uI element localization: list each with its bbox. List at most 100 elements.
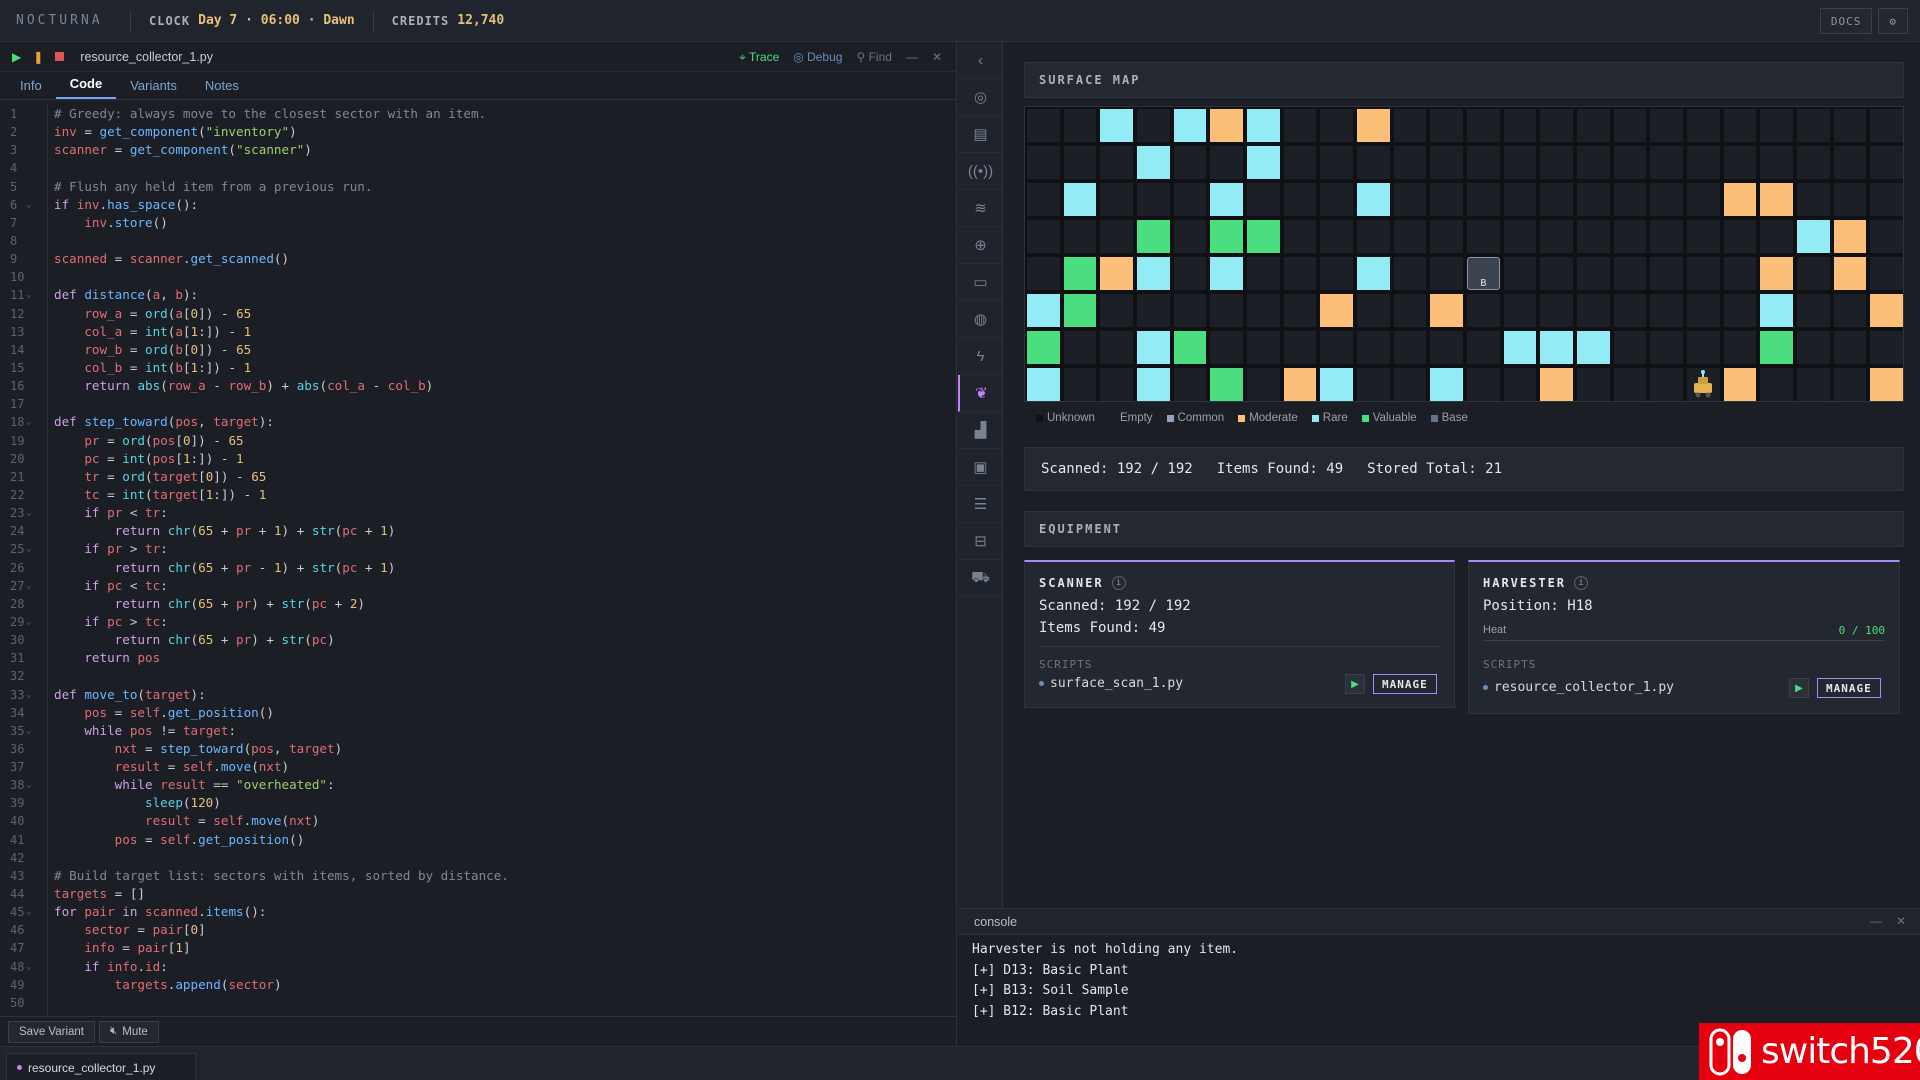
map-cell[interactable] <box>1210 368 1243 401</box>
map-cell[interactable] <box>1833 146 1867 179</box>
map-cell[interactable] <box>1760 331 1793 364</box>
code-line[interactable] <box>54 395 509 413</box>
rail-item-plant[interactable]: ❦ <box>958 375 1003 412</box>
map-cell[interactable] <box>1210 331 1243 364</box>
code-line[interactable]: return chr(65 + pr + 1) + str(pc + 1) <box>54 522 509 540</box>
map-cell[interactable] <box>1063 146 1097 179</box>
map-cell[interactable] <box>1173 368 1207 401</box>
map-cell[interactable] <box>1540 109 1573 142</box>
map-cell[interactable] <box>1357 294 1390 327</box>
map-cell[interactable] <box>1027 146 1060 179</box>
map-cell[interactable] <box>1100 183 1133 216</box>
code-line[interactable]: def distance(a, b): <box>54 286 509 304</box>
map-cell[interactable] <box>1393 257 1427 290</box>
map-cell[interactable] <box>1247 331 1280 364</box>
map-cell[interactable] <box>1320 220 1353 253</box>
code-line[interactable]: pos = self.get_position() <box>54 704 509 722</box>
map-cell[interactable] <box>1247 109 1280 142</box>
map-cell[interactable] <box>1137 109 1170 142</box>
map-cell[interactable] <box>1723 368 1757 401</box>
code-line[interactable]: tc = int(target[1:]) - 1 <box>54 486 509 504</box>
map-cell[interactable] <box>1357 257 1390 290</box>
code-line[interactable]: row_b = ord(b[0]) - 65 <box>54 341 509 359</box>
map-cell[interactable] <box>1100 257 1133 290</box>
map-cell[interactable] <box>1723 183 1757 216</box>
map-cell[interactable] <box>1467 183 1500 216</box>
find-button[interactable]: ⚲ Find <box>856 50 891 65</box>
code-line[interactable]: info = pair[1] <box>54 939 509 957</box>
map-cell[interactable] <box>1357 109 1390 142</box>
code-line[interactable]: pos = self.get_position() <box>54 831 509 849</box>
harvester-marker[interactable] <box>1687 368 1720 401</box>
map-cell[interactable] <box>1797 331 1830 364</box>
map-cell[interactable] <box>1503 183 1537 216</box>
code-line[interactable]: targets = [] <box>54 885 509 903</box>
code-line[interactable]: targets.append(sector) <box>54 976 509 994</box>
map-cell[interactable] <box>1467 220 1500 253</box>
code-line[interactable] <box>54 159 509 177</box>
rail-item-radar[interactable]: ((•)) <box>958 153 1003 190</box>
code-line[interactable] <box>54 232 509 250</box>
close-icon[interactable]: ✕ <box>932 50 942 65</box>
map-cell[interactable] <box>1393 146 1427 179</box>
minimize-icon[interactable]: — <box>906 50 918 65</box>
map-cell[interactable] <box>1320 146 1353 179</box>
map-cell[interactable] <box>1467 331 1500 364</box>
code-line[interactable]: while result == "overheated": <box>54 776 509 794</box>
close-icon[interactable]: ✕ <box>1896 914 1906 928</box>
map-cell[interactable] <box>1283 146 1317 179</box>
code-area[interactable]: 1 2 3 4 5 6 ⌄ 7 8 9 10 11 ⌄ 12 13 14 15 16 17 18 ⌄ 19 20 21 22 23… <box>0 105 957 1016</box>
map-cell[interactable] <box>1247 146 1280 179</box>
map-cell[interactable] <box>1137 146 1170 179</box>
rail-item-cart[interactable]: ⛟ <box>958 560 1003 597</box>
tab-info[interactable]: Info <box>6 78 56 99</box>
map-cell[interactable] <box>1503 294 1537 327</box>
code-line[interactable]: return chr(65 + pr) + str(pc) <box>54 631 509 649</box>
map-cell[interactable] <box>1650 331 1683 364</box>
map-cell[interactable] <box>1503 146 1537 179</box>
map-cell[interactable] <box>1577 183 1610 216</box>
map-cell[interactable] <box>1100 294 1133 327</box>
map-cell[interactable] <box>1247 257 1280 290</box>
map-cell[interactable] <box>1540 331 1573 364</box>
harvester-manage-button[interactable]: MANAGE <box>1817 678 1881 698</box>
code-line[interactable]: def move_to(target): <box>54 686 509 704</box>
map-cell[interactable] <box>1870 257 1903 290</box>
map-cell[interactable] <box>1137 331 1170 364</box>
minimize-icon[interactable]: — <box>1870 914 1882 928</box>
map-cell[interactable] <box>1357 220 1390 253</box>
map-cell[interactable] <box>1467 146 1500 179</box>
map-cell[interactable] <box>1247 183 1280 216</box>
map-cell[interactable] <box>1393 220 1427 253</box>
map-cell[interactable] <box>1870 294 1903 327</box>
run-button[interactable]: ▶ <box>12 50 21 64</box>
map-cell[interactable] <box>1613 257 1647 290</box>
map-cell[interactable] <box>1027 220 1060 253</box>
map-cell[interactable] <box>1320 183 1353 216</box>
map-cell[interactable] <box>1430 368 1463 401</box>
map-cell[interactable] <box>1393 294 1427 327</box>
code-line[interactable]: col_b = int(b[1:]) - 1 <box>54 359 509 377</box>
map-cell[interactable] <box>1760 257 1793 290</box>
map-cell[interactable] <box>1503 109 1537 142</box>
fold-chevron-icon[interactable]: ⌄ <box>26 613 31 631</box>
map-cell[interactable] <box>1760 109 1793 142</box>
map-cell[interactable] <box>1540 220 1573 253</box>
map-cell[interactable] <box>1173 109 1207 142</box>
map-cell[interactable] <box>1430 109 1463 142</box>
map-cell[interactable] <box>1137 368 1170 401</box>
fold-chevron-icon[interactable]: ⌄ <box>26 686 31 704</box>
map-cell[interactable] <box>1283 183 1317 216</box>
map-cell[interactable] <box>1247 294 1280 327</box>
map-cell[interactable] <box>1613 368 1647 401</box>
settings-button[interactable]: ⚙ <box>1878 8 1908 34</box>
code-line[interactable]: return chr(65 + pr) + str(pc + 2) <box>54 595 509 613</box>
fold-chevron-icon[interactable]: ⌄ <box>26 413 31 431</box>
map-cell[interactable] <box>1833 368 1867 401</box>
code-line[interactable]: return pos <box>54 649 509 667</box>
map-cell[interactable] <box>1870 183 1903 216</box>
code-line[interactable]: inv.store() <box>54 214 509 232</box>
code-line[interactable]: row_a = ord(a[0]) - 65 <box>54 305 509 323</box>
map-cell[interactable] <box>1577 331 1610 364</box>
map-cell[interactable] <box>1870 220 1903 253</box>
